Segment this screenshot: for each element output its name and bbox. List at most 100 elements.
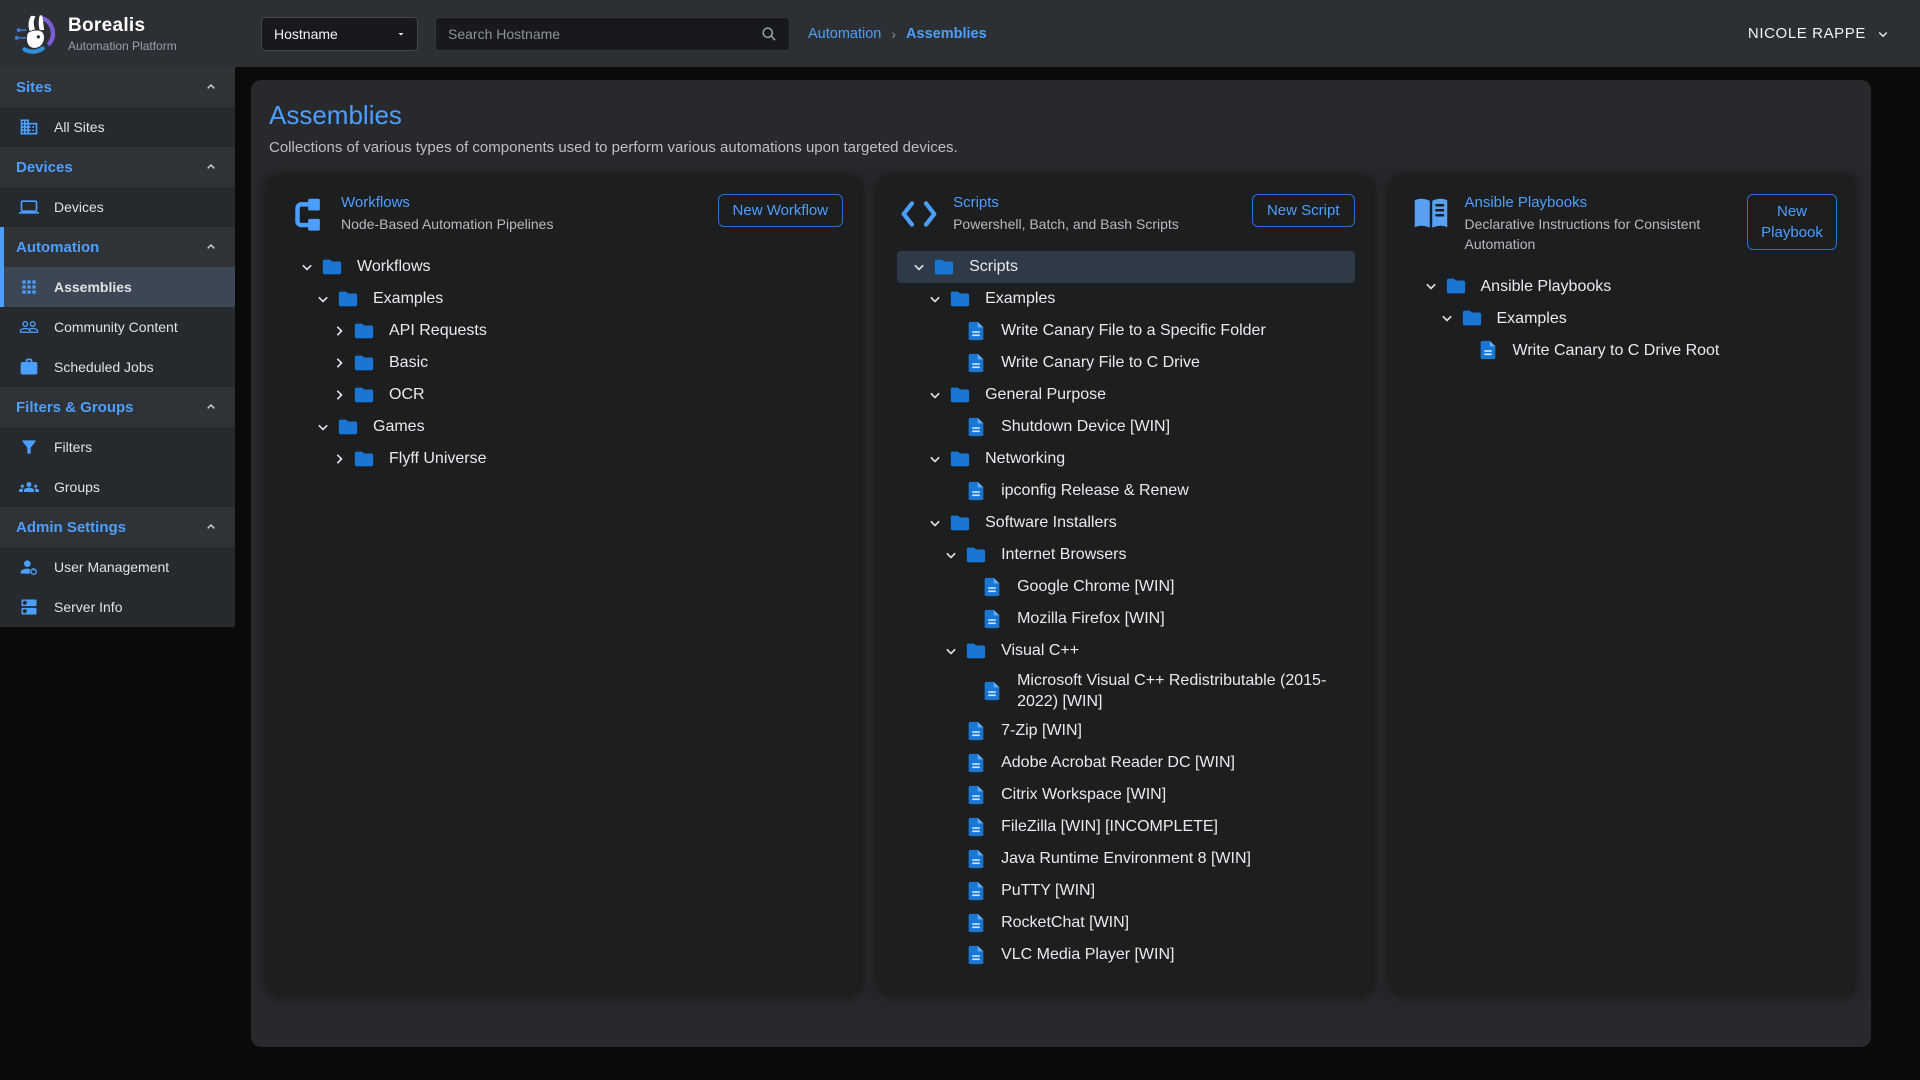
chevron-down-icon[interactable] — [313, 416, 337, 438]
sidebar-section-filters-groups[interactable]: Filters & Groups — [0, 387, 235, 427]
chevron-right-icon[interactable] — [329, 320, 353, 342]
chevron-down-icon[interactable] — [1437, 307, 1461, 329]
chevron-down-icon[interactable] — [925, 448, 949, 470]
chevron-down-icon[interactable] — [1421, 275, 1445, 297]
chevron-right-icon[interactable] — [329, 384, 353, 406]
hostname-select[interactable]: Hostname — [261, 17, 418, 51]
folder-icon — [353, 384, 379, 406]
chevron-down-icon[interactable] — [297, 256, 321, 278]
app-title: Borealis — [68, 15, 177, 37]
sidebar-item-label: All Sites — [54, 119, 105, 135]
tree-item-folder[interactable]: Internet Browsers — [897, 539, 1354, 571]
chevron-down-icon[interactable] — [925, 384, 949, 406]
chevron-spacer — [941, 912, 965, 934]
tree-item-folder[interactable]: Examples — [1409, 302, 1838, 334]
chevron-down-icon[interactable] — [909, 256, 933, 278]
search-icon[interactable] — [759, 24, 779, 44]
tree-item-file[interactable]: FileZilla [WIN] [INCOMPLETE] — [897, 811, 1354, 843]
tree-item-folder[interactable]: Scripts — [897, 251, 1354, 283]
chevron-down-icon[interactable] — [313, 288, 337, 310]
sidebar-item-user-management[interactable]: User Management — [0, 547, 235, 587]
sidebar-item-community-content[interactable]: Community Content — [0, 307, 235, 347]
tree-item-file[interactable]: ipconfig Release & Renew — [897, 475, 1354, 507]
sidebar-item-devices[interactable]: Devices — [0, 187, 235, 227]
tree-item-folder[interactable]: API Requests — [285, 315, 843, 347]
tree-item-folder[interactable]: Basic — [285, 347, 843, 379]
chevron-down-icon[interactable] — [941, 640, 965, 662]
tree-item-label: Games — [373, 413, 425, 440]
tree-item-folder[interactable]: Workflows — [285, 251, 843, 283]
tree-item-file[interactable]: Write Canary File to a Specific Folder — [897, 315, 1354, 347]
sidebar-item-label: User Management — [54, 559, 169, 575]
tree-item-file[interactable]: VLC Media Player [WIN] — [897, 939, 1354, 971]
search-box — [435, 17, 790, 51]
user-name: NICOLE RAPPE — [1748, 25, 1866, 42]
file-icon — [1477, 339, 1503, 361]
tree-item-folder[interactable]: Ansible Playbooks — [1409, 270, 1838, 302]
tree-item-file[interactable]: Adobe Acrobat Reader DC [WIN] — [897, 747, 1354, 779]
new-workflow-button[interactable]: New Workflow — [718, 194, 844, 227]
sidebar-item-server-info[interactable]: Server Info — [0, 587, 235, 627]
tree-item-file[interactable]: 7-Zip [WIN] — [897, 715, 1354, 747]
sidebar-section-admin-settings[interactable]: Admin Settings — [0, 507, 235, 547]
breadcrumb-automation[interactable]: Automation — [808, 26, 881, 42]
tree-item-folder[interactable]: Games — [285, 411, 843, 443]
tree-item-file[interactable]: Microsoft Visual C++ Redistributable (20… — [897, 667, 1354, 715]
chevron-right-icon[interactable] — [329, 448, 353, 470]
folder-icon — [949, 384, 975, 406]
search-input[interactable] — [448, 26, 759, 42]
chevron-spacer — [1453, 339, 1477, 361]
file-icon — [965, 848, 991, 870]
sidebar-section-sites[interactable]: Sites — [0, 67, 235, 107]
chevron-up-icon — [203, 79, 219, 95]
chevron-down-icon[interactable] — [941, 544, 965, 566]
tree-item-label: Visual C++ — [1001, 637, 1079, 664]
sidebar-item-all-sites[interactable]: All Sites — [0, 107, 235, 147]
tree-item-file[interactable]: Write Canary to C Drive Root — [1409, 334, 1838, 366]
tree-item-file[interactable]: Java Runtime Environment 8 [WIN] — [897, 843, 1354, 875]
tree-item-folder[interactable]: General Purpose — [897, 379, 1354, 411]
tree-item-file[interactable]: RocketChat [WIN] — [897, 907, 1354, 939]
sidebar-item-groups[interactable]: Groups — [0, 467, 235, 507]
breadcrumb: Automation › Assemblies — [808, 26, 987, 42]
sidebar-item-label: Community Content — [54, 319, 178, 335]
user-menu[interactable]: NICOLE RAPPE — [1748, 25, 1892, 43]
tree-item-file[interactable]: Shutdown Device [WIN] — [897, 411, 1354, 443]
breadcrumb-assemblies[interactable]: Assemblies — [906, 26, 987, 42]
caret-down-icon — [395, 28, 407, 40]
tree-item-folder[interactable]: Networking — [897, 443, 1354, 475]
sidebar-item-assemblies[interactable]: Assemblies — [0, 267, 235, 307]
tree-item-label: Examples — [373, 285, 443, 312]
sidebar-item-label: Devices — [54, 199, 104, 215]
chevron-spacer — [941, 848, 965, 870]
new-playbook-button[interactable]: New Playbook — [1747, 194, 1837, 250]
chevron-spacer — [957, 608, 981, 630]
tree-item-folder[interactable]: OCR — [285, 379, 843, 411]
sidebar-item-scheduled-jobs[interactable]: Scheduled Jobs — [0, 347, 235, 387]
sidebar-section-automation[interactable]: Automation — [0, 227, 235, 267]
file-icon — [965, 912, 991, 934]
chevron-up-icon — [203, 159, 219, 175]
tree-item-folder[interactable]: Flyff Universe — [285, 443, 843, 475]
tree-item-label: 7-Zip [WIN] — [1001, 717, 1082, 744]
chevron-right-icon[interactable] — [329, 352, 353, 374]
tree-item-file[interactable]: Write Canary File to C Drive — [897, 347, 1354, 379]
sidebar-section-devices[interactable]: Devices — [0, 147, 235, 187]
tree-item-file[interactable]: Citrix Workspace [WIN] — [897, 779, 1354, 811]
tree-item-file[interactable]: Google Chrome [WIN] — [897, 571, 1354, 603]
sidebar-item-filters[interactable]: Filters — [0, 427, 235, 467]
tree-item-folder[interactable]: Examples — [897, 283, 1354, 315]
scripts-card: Scripts Powershell, Batch, and Bash Scri… — [879, 176, 1372, 995]
chevron-down-icon[interactable] — [925, 288, 949, 310]
grid-icon — [18, 276, 40, 298]
tree-item-folder[interactable]: Visual C++ — [897, 635, 1354, 667]
tree-item-file[interactable]: Mozilla Firefox [WIN] — [897, 603, 1354, 635]
chevron-spacer — [941, 880, 965, 902]
chevron-down-icon[interactable] — [925, 512, 949, 534]
tree-item-file[interactable]: PuTTY [WIN] — [897, 875, 1354, 907]
tree-item-folder[interactable]: Software Installers — [897, 507, 1354, 539]
assembly-cards: Workflows Node-Based Automation Pipeline… — [267, 176, 1855, 995]
tree-item-folder[interactable]: Examples — [285, 283, 843, 315]
file-icon — [965, 320, 991, 342]
new-script-button[interactable]: New Script — [1252, 194, 1355, 227]
